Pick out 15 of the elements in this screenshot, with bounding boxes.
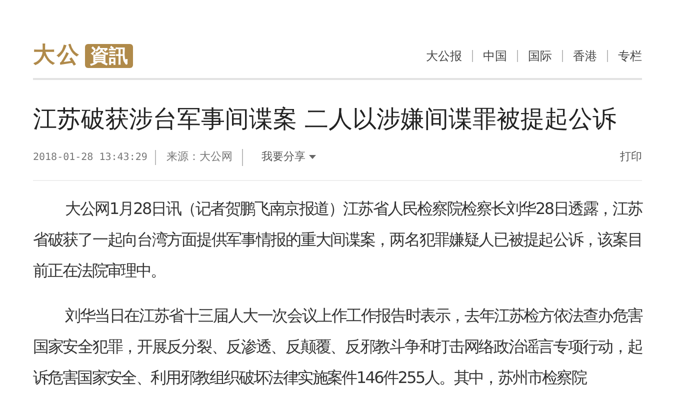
nav-link[interactable]: 中国	[472, 50, 517, 62]
share-menu[interactable]: 我要分享	[261, 149, 316, 166]
nav-link[interactable]: 香港	[562, 50, 607, 62]
article-title: 江苏破获涉台军事间谍案 二人以涉嫌间谍罪被提起公诉	[33, 104, 618, 135]
nav-link[interactable]: 大公报	[416, 50, 472, 62]
nav-link[interactable]: 国际	[517, 50, 562, 62]
logo-badge: 資訊	[85, 44, 133, 68]
publish-date: 2018-01-28 13:43:29	[33, 150, 156, 165]
paragraph: 刘华当日在江苏省十三届人大一次会议上作工作报告时表示，去年江苏检方依法查办危害国家安全犯罪，开展反分裂、反渗透、反颠覆、反邪教斗争和打击网络政治谣言专项行动，起诉危害国家安全、利用邪教组织破坏法律实施案件146件255人。其中，苏州市检察院	[33, 304, 642, 389]
caret-icon	[308, 155, 316, 160]
print-link[interactable]: 打印	[620, 149, 642, 166]
logo-text: 大公	[33, 45, 81, 67]
source-text: 来源：大公网	[156, 149, 244, 166]
nav-link[interactable]: 专栏	[607, 50, 642, 62]
paragraph: 大公网1月28日讯（记者贺鹏飞南京报道）江苏省人民检察院检察长刘华28日透露，江苏省破获了一起向台湾方面提供军事情报的重大间谍案，两名犯罪嫌疑人已被提起公诉，该案目前正在法院审理中。	[33, 198, 642, 282]
